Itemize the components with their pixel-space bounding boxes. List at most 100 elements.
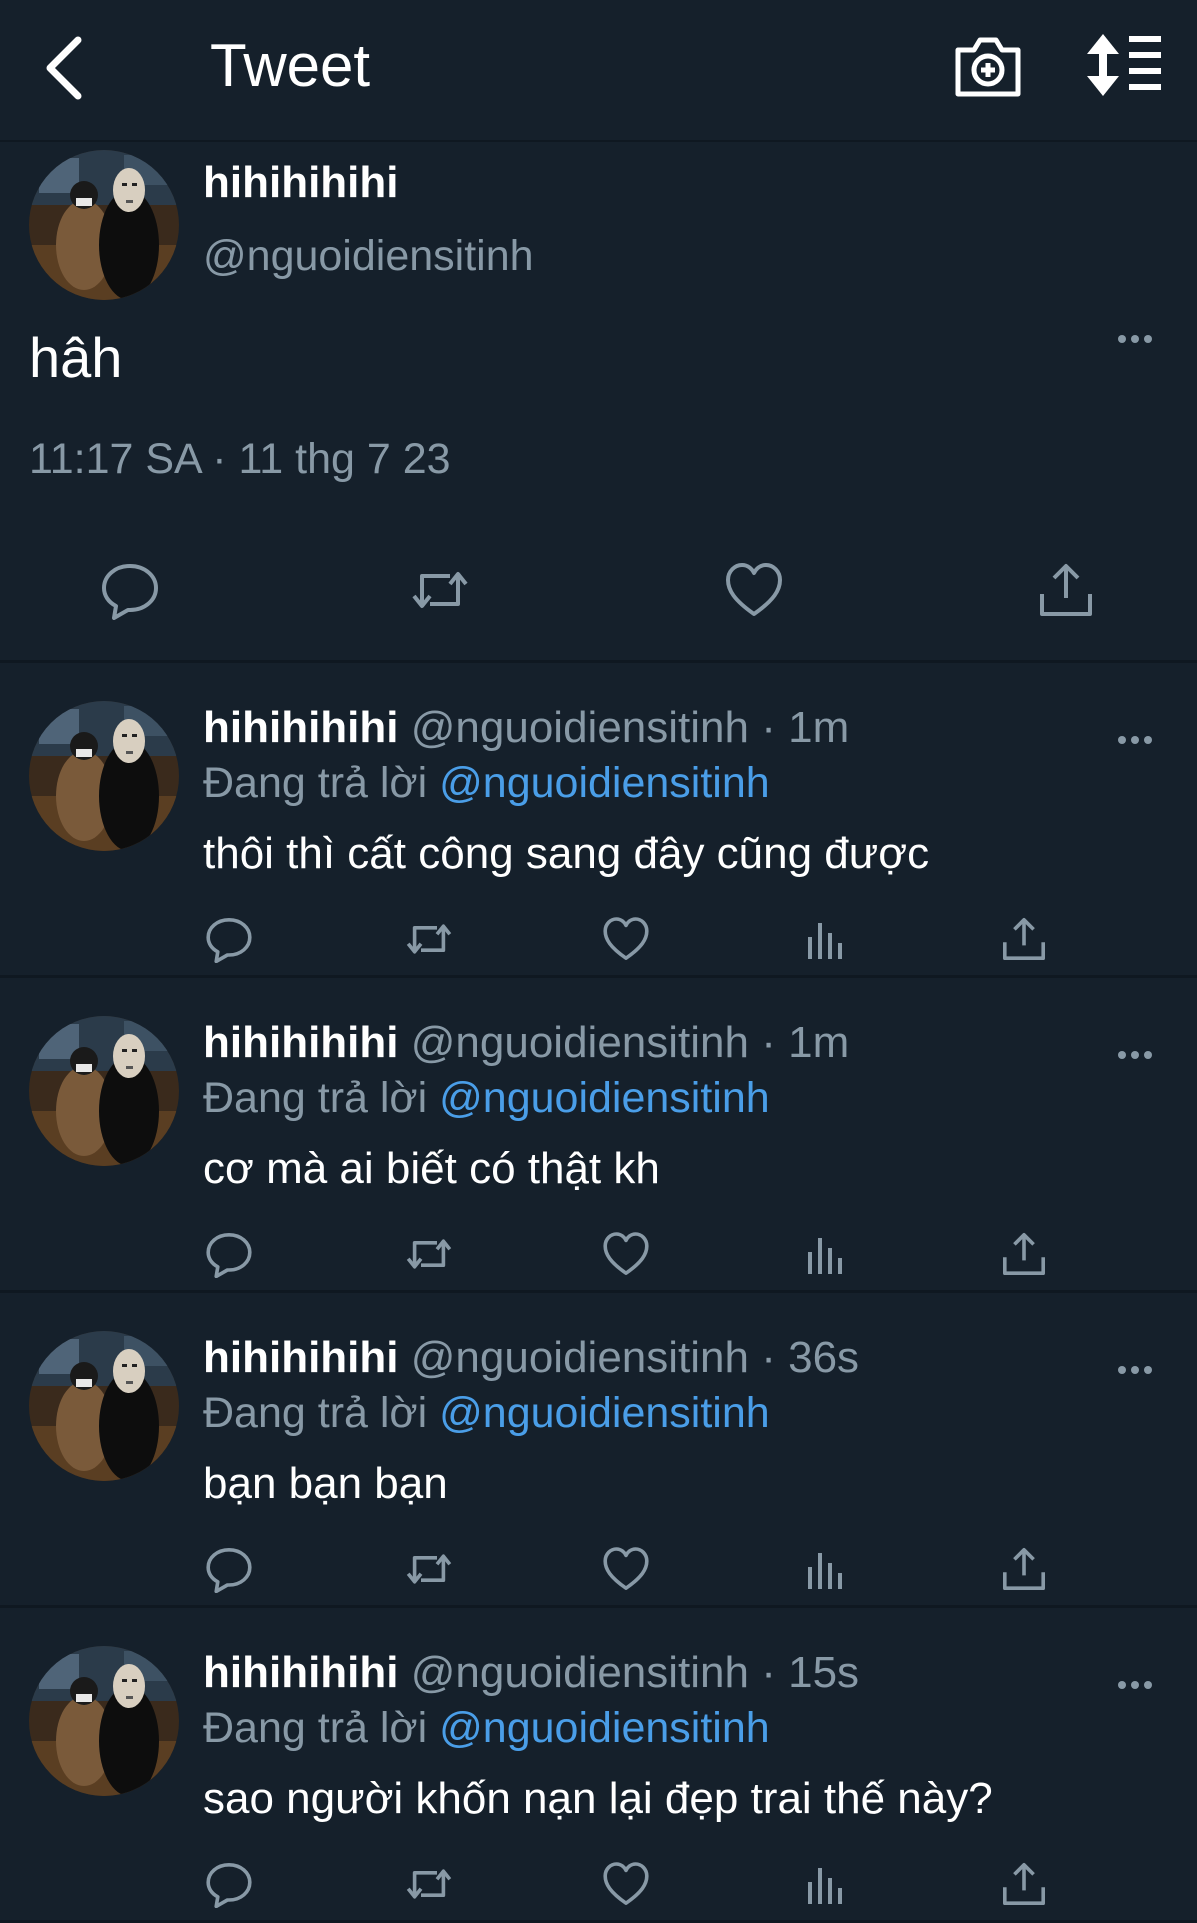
reply-icon bbox=[102, 564, 158, 620]
reply-tweet[interactable]: hihihihihi @nguoidiensitinh · 1m Đang tr… bbox=[0, 978, 1197, 1293]
retweet-icon bbox=[412, 572, 468, 608]
dot-icon bbox=[1131, 736, 1139, 744]
separator: · bbox=[761, 1648, 776, 1697]
replying-to-handle[interactable]: @nguoidiensitinh bbox=[439, 759, 770, 807]
camera-plus-icon bbox=[955, 37, 1021, 97]
more-options-button[interactable] bbox=[1118, 733, 1158, 747]
share-icon bbox=[1003, 918, 1045, 960]
replying-to-handle[interactable]: @nguoidiensitinh bbox=[439, 1074, 770, 1122]
author-handle[interactable]: @nguoidiensitinh bbox=[411, 1333, 749, 1382]
author-name[interactable]: hihihihihi bbox=[203, 1333, 399, 1382]
retweet-button[interactable] bbox=[403, 1860, 455, 1908]
like-icon bbox=[603, 1232, 649, 1275]
like-button[interactable] bbox=[602, 1860, 650, 1908]
analytics-button[interactable] bbox=[802, 1230, 850, 1278]
avatar[interactable] bbox=[29, 1016, 179, 1166]
separator: · bbox=[761, 1018, 776, 1067]
reply-button[interactable] bbox=[205, 1545, 253, 1593]
more-options-button[interactable] bbox=[1118, 1363, 1158, 1377]
author-name[interactable]: hihihihihi bbox=[203, 703, 399, 752]
more-options-button[interactable] bbox=[1118, 332, 1158, 346]
reply-time: 36s bbox=[788, 1333, 860, 1382]
analytics-button[interactable] bbox=[802, 1860, 850, 1908]
like-button[interactable] bbox=[602, 915, 650, 963]
replying-to-label: Đang trả lời bbox=[203, 759, 428, 807]
author-name[interactable]: hihihihihi bbox=[203, 1018, 399, 1067]
main-tweet-actions bbox=[0, 560, 1197, 630]
dot-icon bbox=[1118, 736, 1126, 744]
like-button[interactable] bbox=[602, 1545, 650, 1593]
dot-icon bbox=[1118, 1366, 1126, 1374]
analytics-icon bbox=[808, 1553, 842, 1589]
reply-icon bbox=[206, 1863, 252, 1908]
retweet-icon bbox=[406, 1869, 452, 1899]
avatar-image bbox=[29, 1646, 179, 1796]
reply-button[interactable] bbox=[100, 560, 160, 620]
avatar[interactable] bbox=[29, 1646, 179, 1796]
share-button[interactable] bbox=[1036, 560, 1096, 620]
retweet-button[interactable] bbox=[403, 1230, 455, 1278]
avatar-image bbox=[29, 1016, 179, 1166]
dot-icon bbox=[1131, 335, 1139, 343]
reply-tweet[interactable]: hihihihihi @nguoidiensitinh · 15s Đang t… bbox=[0, 1608, 1197, 1923]
author-handle[interactable]: @nguoidiensitinh bbox=[411, 703, 749, 752]
tweet-timestamp: 11:17 SA · 11 thg 7 23 bbox=[29, 435, 451, 483]
reply-actions bbox=[0, 1545, 1197, 1600]
tweet-text: thôi thì cất công sang đây cũng được bbox=[203, 829, 930, 878]
reply-icon bbox=[206, 1233, 252, 1278]
avatar[interactable] bbox=[29, 701, 179, 851]
like-button[interactable] bbox=[602, 1230, 650, 1278]
reply-button[interactable] bbox=[205, 915, 253, 963]
author-name[interactable]: hihihihihi bbox=[203, 158, 399, 208]
like-icon bbox=[726, 563, 782, 616]
share-button[interactable] bbox=[1000, 1545, 1048, 1593]
avatar[interactable] bbox=[29, 1331, 179, 1481]
reply-button[interactable] bbox=[205, 1860, 253, 1908]
tweet-text: sao người khốn nạn lại đẹp trai thế này? bbox=[203, 1774, 993, 1823]
reply-time: 1m bbox=[788, 703, 850, 752]
dot-icon bbox=[1144, 736, 1152, 744]
replying-to-label: Đang trả lời bbox=[203, 1704, 428, 1752]
dot-icon bbox=[1131, 1681, 1139, 1689]
avatar[interactable] bbox=[29, 150, 179, 300]
retweet-button[interactable] bbox=[403, 1545, 455, 1593]
back-button[interactable] bbox=[30, 28, 100, 108]
author-handle[interactable]: @nguoidiensitinh bbox=[411, 1018, 749, 1067]
avatar-image bbox=[29, 701, 179, 851]
replying-to-handle[interactable]: @nguoidiensitinh bbox=[439, 1389, 770, 1437]
share-icon bbox=[1003, 1548, 1045, 1590]
reply-header: hihihihihi @nguoidiensitinh · 15s bbox=[203, 1648, 859, 1698]
author-handle[interactable]: @nguoidiensitinh bbox=[411, 1648, 749, 1697]
reply-tweet[interactable]: hihihihihi @nguoidiensitinh · 36s Đang t… bbox=[0, 1293, 1197, 1608]
share-button[interactable] bbox=[1000, 915, 1048, 963]
dot-icon bbox=[1118, 1051, 1126, 1059]
retweet-button[interactable] bbox=[410, 560, 470, 620]
separator: · bbox=[761, 703, 776, 752]
dot-icon bbox=[1144, 1051, 1152, 1059]
more-options-button[interactable] bbox=[1118, 1678, 1158, 1692]
more-options-button[interactable] bbox=[1118, 1048, 1158, 1062]
dot-icon bbox=[1118, 335, 1126, 343]
replying-to-handle[interactable]: @nguoidiensitinh bbox=[439, 1704, 770, 1752]
like-button[interactable] bbox=[724, 560, 784, 620]
author-name[interactable]: hihihihihi bbox=[203, 1648, 399, 1697]
retweet-button[interactable] bbox=[403, 915, 455, 963]
sort-button[interactable] bbox=[1085, 30, 1165, 100]
reply-header: hihihihihi @nguoidiensitinh · 36s bbox=[203, 1333, 859, 1383]
reply-tweet[interactable]: hihihihihi @nguoidiensitinh · 1m Đang tr… bbox=[0, 663, 1197, 978]
analytics-button[interactable] bbox=[802, 1545, 850, 1593]
avatar-image bbox=[29, 150, 179, 300]
share-icon bbox=[1003, 1233, 1045, 1275]
reply-icon bbox=[206, 918, 252, 963]
replying-to: Đang trả lời @nguoidiensitinh bbox=[203, 1704, 770, 1753]
analytics-icon bbox=[808, 923, 842, 959]
analytics-button[interactable] bbox=[802, 915, 850, 963]
reply-button[interactable] bbox=[205, 1230, 253, 1278]
author-handle[interactable]: @nguoidiensitinh bbox=[203, 232, 534, 281]
share-button[interactable] bbox=[1000, 1860, 1048, 1908]
share-button[interactable] bbox=[1000, 1230, 1048, 1278]
camera-button[interactable] bbox=[950, 28, 1026, 104]
reply-actions bbox=[0, 1860, 1197, 1915]
chevron-left-icon bbox=[46, 36, 82, 100]
dot-icon bbox=[1131, 1366, 1139, 1374]
